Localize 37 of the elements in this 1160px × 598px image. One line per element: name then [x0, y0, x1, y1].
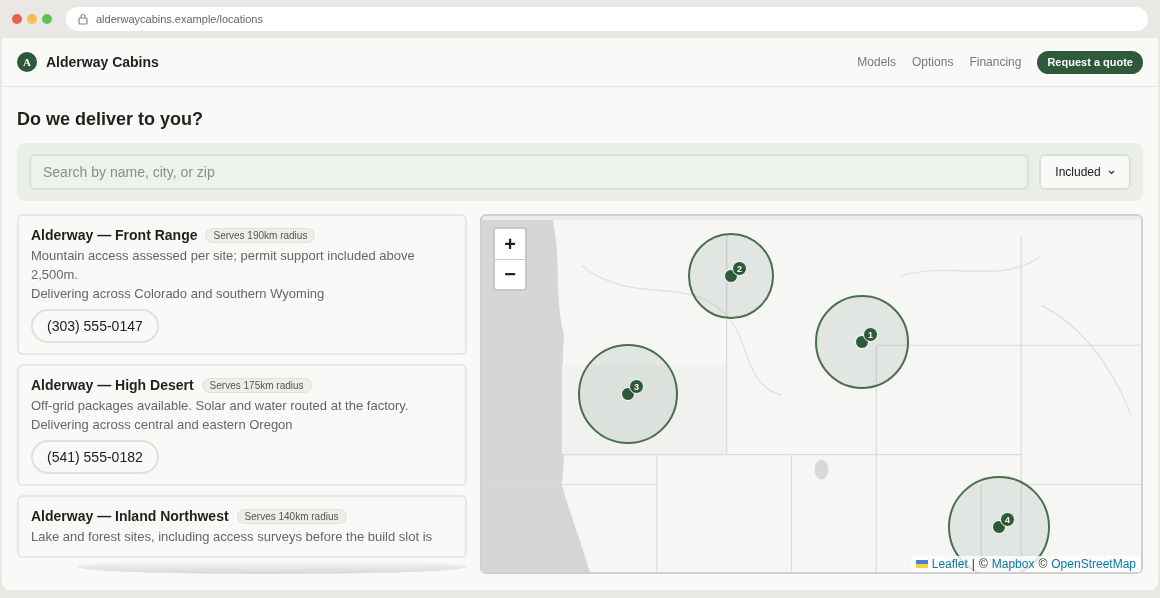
location-name: Alderway — Front Range: [31, 227, 198, 243]
phone-button[interactable]: (541) 555-0182: [31, 440, 159, 474]
location-name: Alderway — Inland Northwest: [31, 508, 229, 524]
radius-badge: Serves 175km radius: [201, 377, 312, 393]
attribution-link[interactable]: Leaflet: [931, 557, 968, 571]
phone-button[interactable]: (303) 555-0147: [31, 309, 159, 343]
page-heading: Do we deliver to you?: [17, 109, 205, 130]
nav-link[interactable]: Models: [857, 55, 897, 69]
address-bar[interactable]: alderwaycabins.example/locations: [66, 7, 1148, 31]
caret-icon: [1107, 169, 1115, 175]
zoom-out-button[interactable]: −: [495, 259, 525, 289]
location-name: Alderway — High Desert: [31, 377, 194, 393]
attribution-separator: |: [971, 557, 975, 571]
location-description: Lake and forest sites, including access surveys before the build slot is: [31, 528, 434, 546]
logo-icon[interactable]: A: [17, 52, 37, 72]
close-window-icon[interactable]: [12, 14, 22, 24]
quote-button[interactable]: Request a quote: [1037, 50, 1143, 74]
location-card[interactable]: Alderway — High Desert Serves 175km radius Off-grid packages available. Solar and water routed at the factory. Delivering across central and eastern Oregon (541) 555-0182: [17, 364, 467, 486]
filter-dropdown[interactable]: Included: [1039, 154, 1131, 190]
lock-icon: [78, 13, 88, 25]
nav-link[interactable]: Options: [912, 55, 954, 69]
coverage-text: Delivering across central and eastern Oregon: [31, 416, 294, 434]
location-description: Off-grid packages available. Solar and water routed at the factory.: [31, 397, 410, 415]
radius-badge: Serves 190km radius: [205, 227, 316, 243]
nav-link[interactable]: Financing: [969, 55, 1022, 69]
location-card[interactable]: Alderway — Inland Northwest Serves 140km radius Lake and forest sites, including access surveys before the build slot is: [17, 495, 467, 558]
radius-badge: Serves 140km radius: [236, 508, 347, 524]
location-card[interactable]: Alderway — Front Range Serves 190km radius Mountain access assessed per site; permit support included above 2,500m. Delivering across Colorado and southern Wyoming (303) 555-0147: [17, 214, 467, 355]
copyright-sign: ©: [1038, 557, 1048, 571]
brand-name[interactable]: Alderway Cabins: [46, 54, 159, 70]
flag-icon: [915, 560, 928, 568]
copyright-sign: ©: [978, 557, 988, 571]
attribution-link[interactable]: Mapbox: [991, 557, 1035, 571]
search-field[interactable]: Search by name, city, or zip: [29, 154, 1029, 190]
attribution-link[interactable]: OpenStreetMap: [1051, 557, 1136, 571]
coverage-text: Delivering across Colorado and southern Wyoming: [31, 285, 326, 303]
location-description: Mountain access assessed per site; permit support included above 2,500m.: [31, 247, 416, 284]
